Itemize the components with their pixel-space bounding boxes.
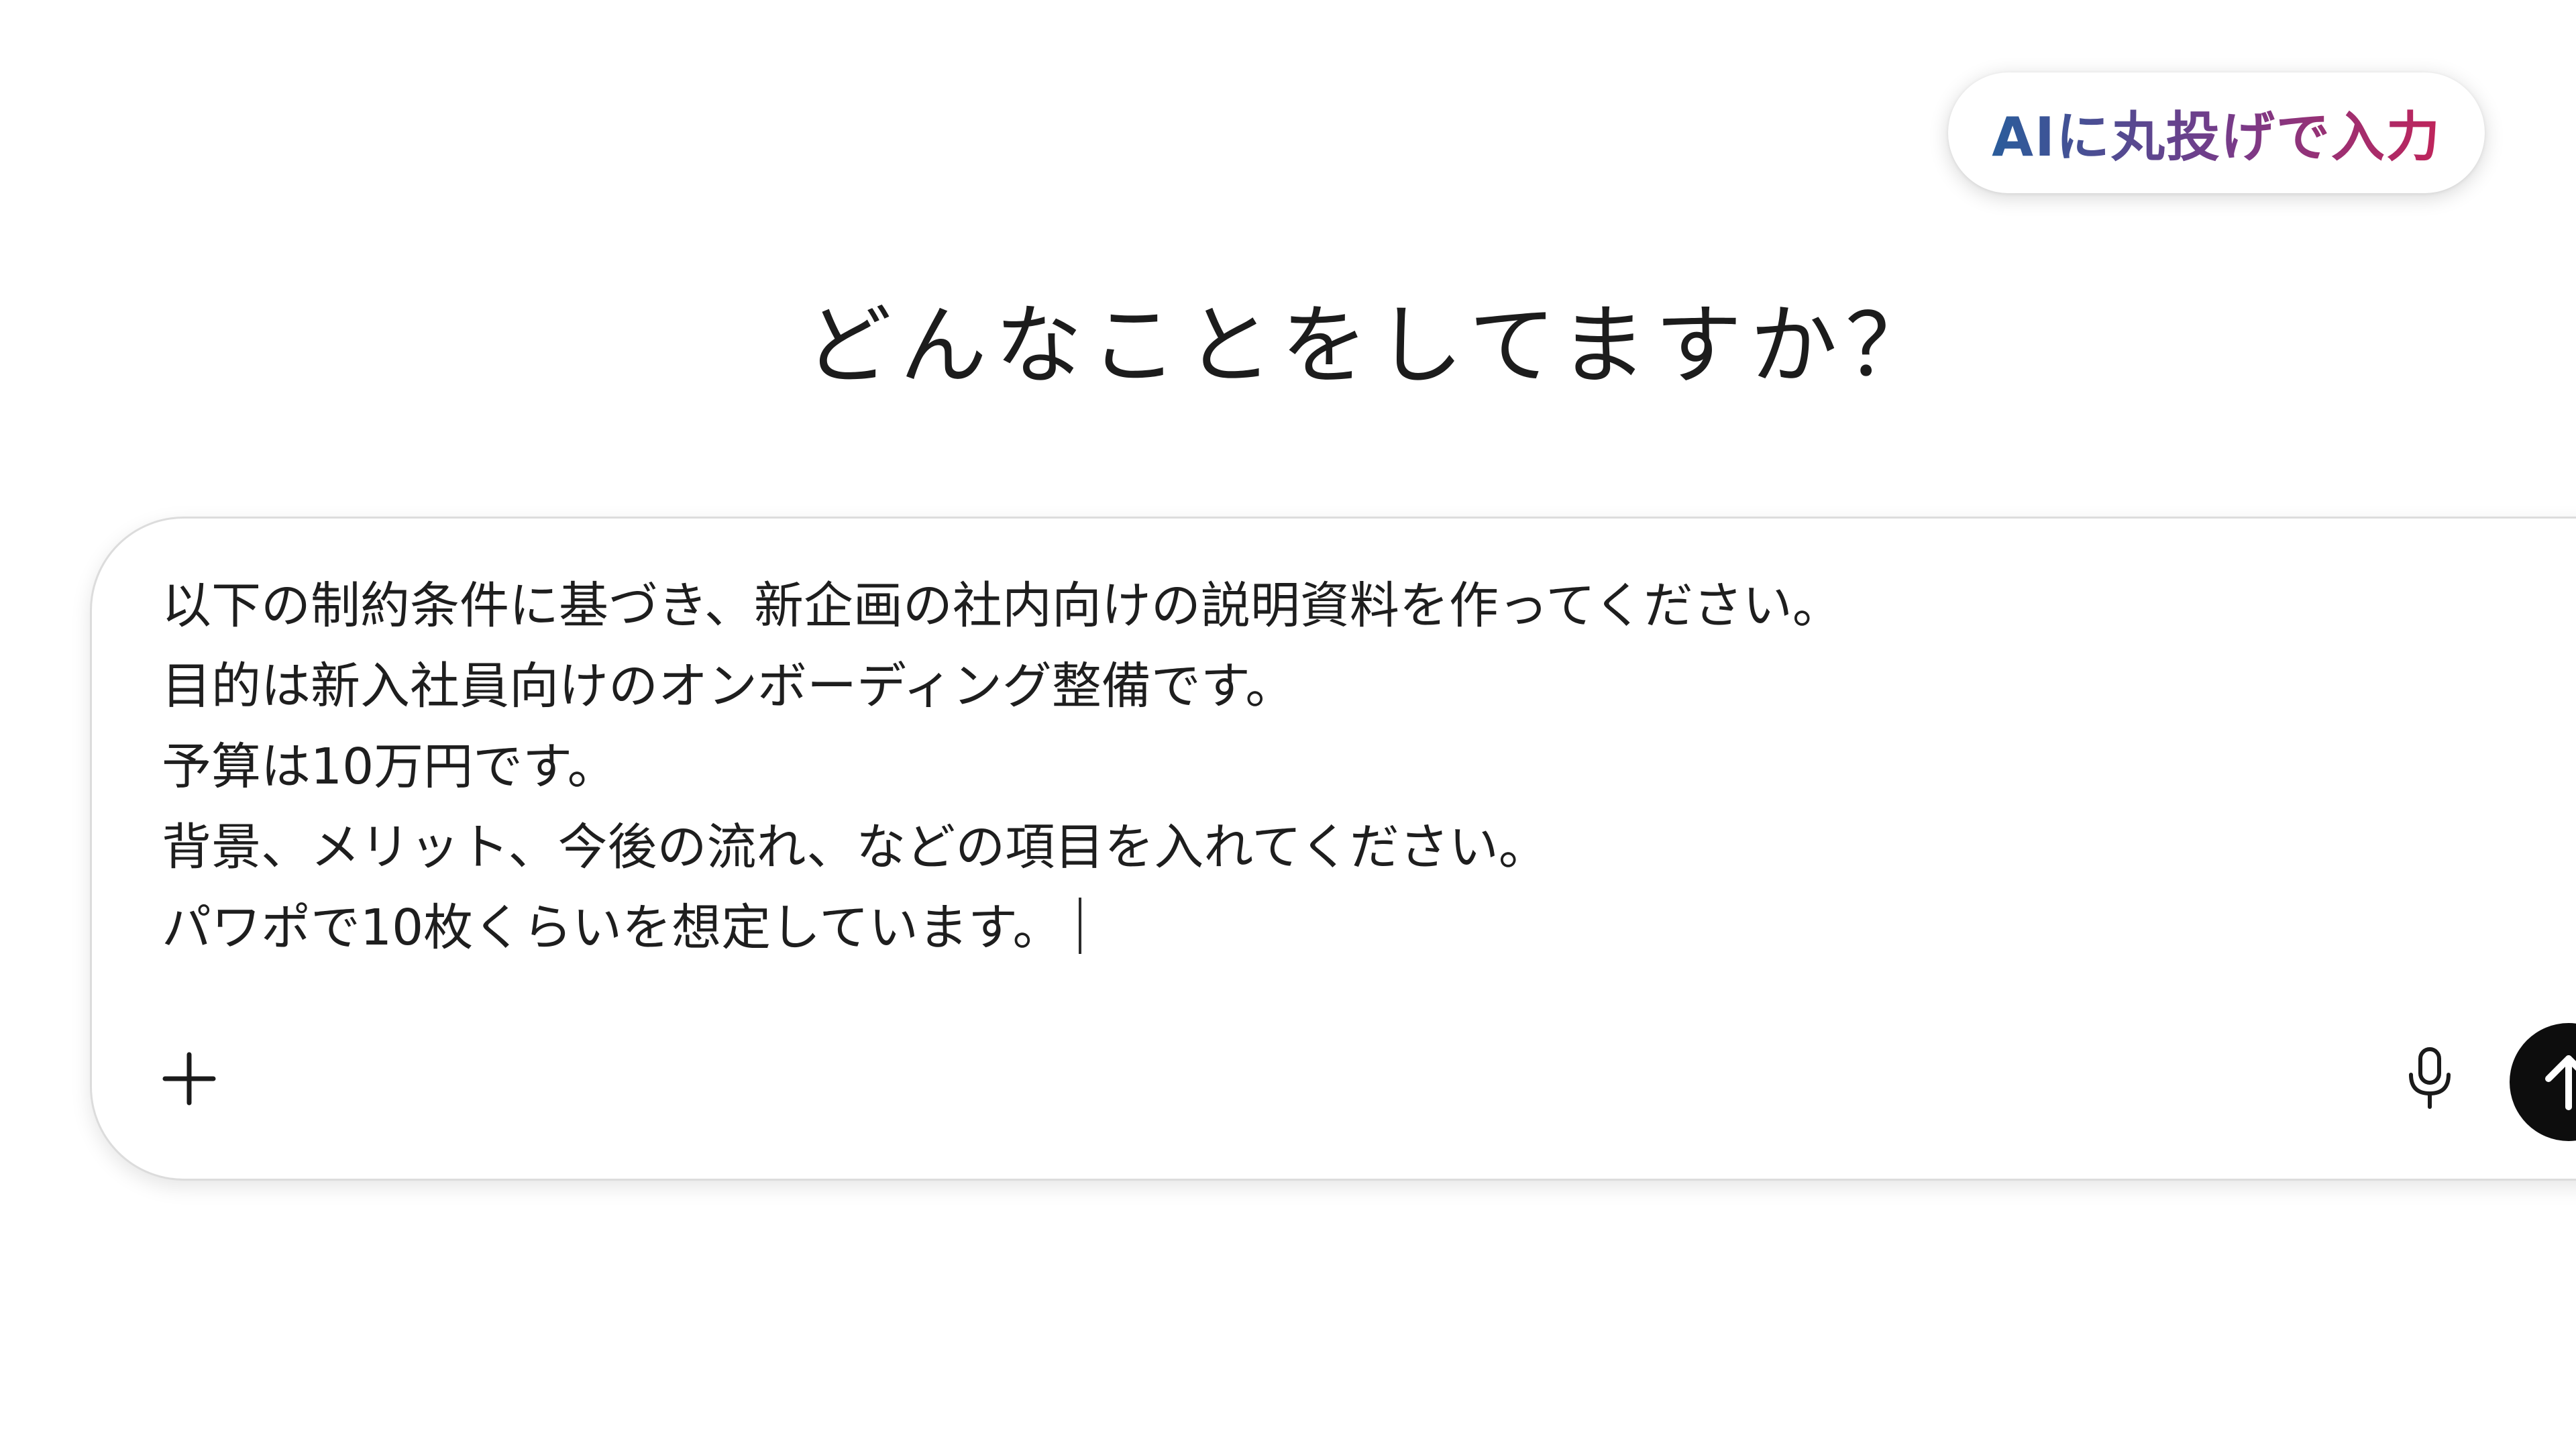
prompt-line: 目的は新入社員向けのオンボーディング整備です。 xyxy=(162,657,1295,715)
plus-icon xyxy=(162,1052,216,1106)
prompt-line: 予算は10万円です。 xyxy=(162,738,617,796)
add-attachment-button[interactable] xyxy=(152,1042,226,1116)
text-caret xyxy=(1078,898,1081,954)
prompt-composer[interactable]: 以下の制約条件に基づき、新企画の社内向けの説明資料を作ってください。 目的は新入… xyxy=(90,517,2576,1181)
prompt-line: 背景、メリット、今後の流れ、などの項目を入れてください。 xyxy=(162,818,1548,876)
prompt-line-last: パワポで10枚くらいを想定しています。 xyxy=(162,888,2375,968)
microphone-icon xyxy=(2409,1047,2451,1109)
prompt-textarea[interactable]: 以下の制約条件に基づき、新企画の社内向けの説明資料を作ってください。 目的は新入… xyxy=(162,566,2375,968)
arrow-up-icon xyxy=(2545,1055,2576,1110)
prompt-line-last-text: パワポで10枚くらいを想定しています。 xyxy=(162,899,1063,957)
app-screen: AIに丸投げで入力 どんなことをしてますか？ 以下の制約条件に基づき、新企画の社… xyxy=(0,0,2576,1449)
prompt-line: 以下の制約条件に基づき、新企画の社内向けの説明資料を作ってください。 xyxy=(162,577,1842,635)
send-button[interactable] xyxy=(2510,1023,2576,1141)
ai-delegate-badge-label: AIに丸投げで入力 xyxy=(1992,94,2441,172)
page-title: どんなことをしてますか？ xyxy=(804,294,1941,396)
voice-input-button[interactable] xyxy=(2393,1042,2467,1116)
ai-delegate-badge[interactable]: AIに丸投げで入力 xyxy=(1948,72,2485,193)
